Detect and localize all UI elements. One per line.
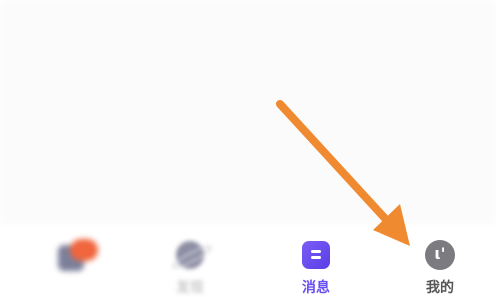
tab-me[interactable]: ι' 我的 bbox=[400, 225, 480, 296]
tab-messages-label: 消息 bbox=[302, 280, 330, 296]
tab-home[interactable] bbox=[36, 225, 116, 296]
bottom-tab-bar: 发现 消息 ι' 我的 bbox=[0, 225, 496, 296]
home-icon bbox=[58, 239, 98, 271]
tab-discover[interactable]: 发现 bbox=[150, 225, 230, 296]
blurred-content-area bbox=[0, 0, 496, 225]
planet-icon bbox=[170, 239, 214, 272]
tab-me-label: 我的 bbox=[426, 280, 454, 296]
profile-icon-glyph: ι' bbox=[434, 244, 446, 263]
tab-messages[interactable]: 消息 bbox=[276, 225, 356, 296]
tab-discover-label: 发现 bbox=[176, 280, 204, 296]
profile-icon: ι' bbox=[424, 239, 456, 271]
message-icon bbox=[300, 239, 332, 271]
